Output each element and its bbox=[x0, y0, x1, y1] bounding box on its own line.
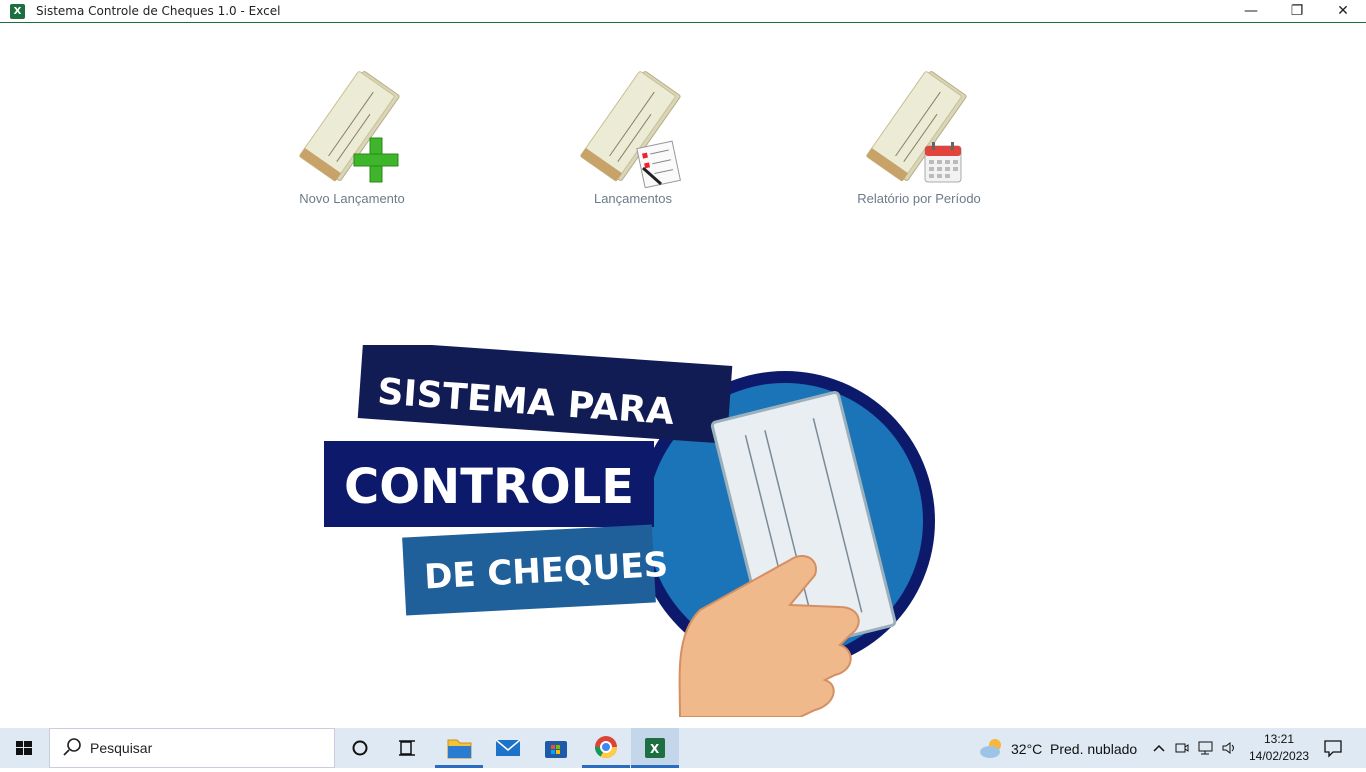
notifications-icon[interactable] bbox=[1323, 738, 1343, 758]
file-explorer-button[interactable] bbox=[435, 728, 483, 768]
close-button[interactable]: ✕ bbox=[1320, 0, 1366, 22]
banner-graphic: SISTEMA PARA CONTROLE DE CHEQUES bbox=[324, 345, 935, 717]
task-view-button[interactable] bbox=[384, 728, 432, 768]
menu-label: Novo Lançamento bbox=[299, 191, 405, 206]
chevron-up-icon[interactable] bbox=[1151, 740, 1167, 756]
relatorio-por-periodo-button[interactable]: Relatório por Período bbox=[814, 60, 1024, 220]
weather-temp[interactable]: 32°C bbox=[1011, 741, 1042, 757]
search-icon bbox=[63, 738, 81, 756]
banner-line-2: CONTROLE bbox=[344, 459, 634, 515]
volume-icon[interactable] bbox=[1221, 740, 1239, 756]
taskbar-search-box[interactable]: Pesquisar bbox=[49, 728, 335, 768]
minimize-button[interactable]: — bbox=[1228, 0, 1274, 22]
meet-now-icon[interactable] bbox=[1174, 740, 1190, 756]
excel-icon: X bbox=[10, 4, 25, 19]
menu-label: Relatório por Período bbox=[857, 191, 981, 206]
taskbar: Pesquisar X 32°C Pred. nublado 13:21 14/… bbox=[0, 728, 1366, 768]
chrome-icon bbox=[595, 736, 617, 758]
mail-button[interactable] bbox=[484, 728, 532, 768]
clock-date[interactable]: 14/02/2023 bbox=[1249, 749, 1309, 763]
svg-text:X: X bbox=[650, 742, 660, 756]
store-button[interactable] bbox=[532, 728, 580, 768]
excel-icon: X bbox=[645, 738, 665, 758]
cortana-button[interactable] bbox=[336, 728, 384, 768]
weather-icon bbox=[980, 739, 1001, 758]
task-view-icon bbox=[399, 740, 415, 756]
chrome-button[interactable] bbox=[582, 728, 630, 768]
check-add-icon bbox=[299, 71, 400, 183]
windows-icon bbox=[16, 741, 32, 755]
menu-label: Lançamentos bbox=[593, 191, 673, 206]
novo-lancamento-button[interactable]: Novo Lançamento bbox=[247, 60, 457, 220]
store-icon bbox=[545, 741, 567, 758]
search-placeholder: Pesquisar bbox=[90, 740, 153, 756]
window-title: Sistema Controle de Cheques 1.0 - Excel bbox=[36, 4, 281, 18]
title-bar: X Sistema Controle de Cheques 1.0 - Exce… bbox=[0, 0, 1366, 23]
check-list-icon bbox=[580, 71, 681, 188]
mail-icon bbox=[495, 739, 521, 756]
network-icon[interactable] bbox=[1197, 740, 1215, 756]
maximize-button[interactable]: ❐ bbox=[1274, 0, 1320, 22]
clock-time[interactable]: 13:21 bbox=[1264, 732, 1294, 746]
folder-icon bbox=[447, 739, 472, 759]
excel-taskbar-button[interactable]: X bbox=[631, 728, 679, 768]
start-button[interactable] bbox=[0, 728, 48, 768]
cortana-icon bbox=[352, 740, 368, 756]
check-calendar-icon bbox=[866, 71, 967, 183]
lancamentos-button[interactable]: Lançamentos bbox=[528, 60, 738, 220]
weather-description[interactable]: Pred. nublado bbox=[1050, 741, 1137, 757]
